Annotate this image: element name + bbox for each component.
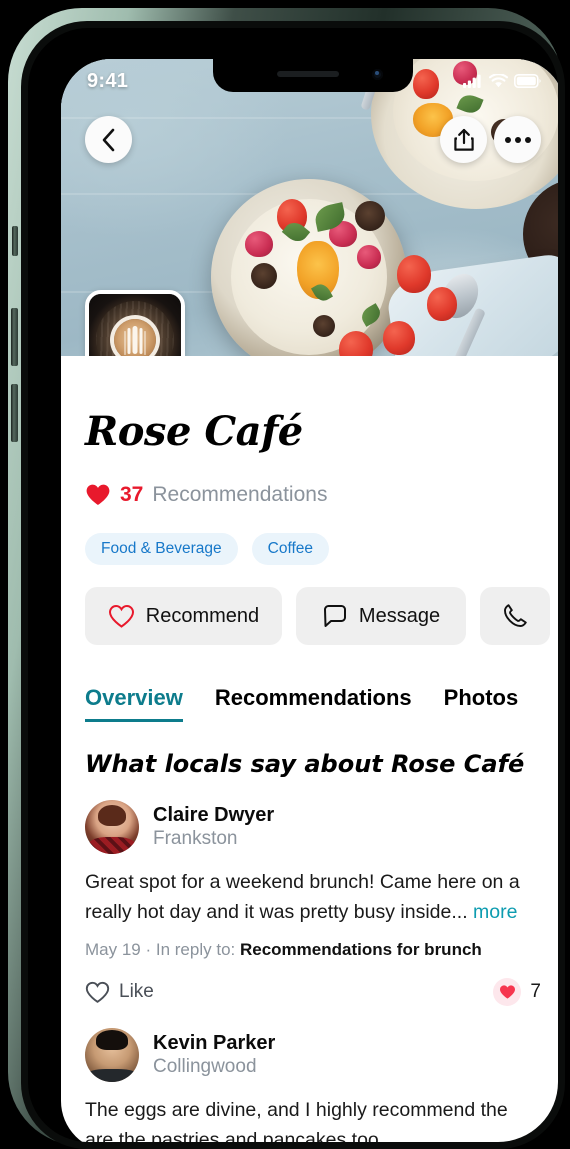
reviewer-header[interactable]: Kevin Parker Collingwood: [85, 1028, 541, 1083]
call-button[interactable]: [480, 587, 550, 645]
phone-notch: [213, 59, 413, 92]
chevron-left-icon: [102, 128, 115, 151]
status-icons: [463, 74, 541, 88]
recommend-button[interactable]: Recommend: [85, 587, 282, 645]
review-text: Great spot for a weekend brunch! Came he…: [85, 868, 541, 927]
like-count: 7: [530, 981, 541, 1003]
review-item: Claire Dwyer Frankston Great spot for a …: [61, 800, 558, 1007]
category-tags: Food & Beverage Coffee: [85, 533, 541, 565]
message-label: Message: [358, 604, 441, 627]
recommend-label: Recommend: [145, 604, 260, 627]
phone-screen: 9:41 Rose Café 37 Recommendations Food &…: [61, 59, 558, 1142]
tab-overview[interactable]: Overview: [85, 685, 183, 722]
recommendations-count: 37: [120, 483, 144, 506]
more-options-button[interactable]: [494, 116, 541, 163]
latte-art-icon: [114, 319, 156, 356]
phone-bezel: 9:41 Rose Café 37 Recommendations Food &…: [28, 28, 558, 1142]
chat-bubble-icon: [323, 604, 346, 627]
tag-coffee[interactable]: Coffee: [251, 533, 330, 565]
tab-photos[interactable]: Photos: [444, 685, 519, 722]
volume-up-button[interactable]: [11, 308, 18, 366]
review-body: Great spot for a weekend brunch! Came he…: [85, 871, 520, 923]
tabs-scroll-fade: [521, 685, 558, 722]
avatar[interactable]: [85, 800, 139, 854]
action-buttons: Recommend Message: [85, 587, 550, 645]
reply-target[interactable]: Recommendations for brunch: [240, 940, 482, 959]
review-meta: May 19 · In reply to: Recommendations fo…: [85, 940, 541, 960]
like-label: Like: [119, 981, 154, 1003]
cellular-signal-icon: [463, 74, 481, 88]
review-text: The eggs are divine, and I highly recomm…: [85, 1099, 508, 1142]
review-footer: Like 7: [85, 978, 541, 1007]
like-count-group[interactable]: 7: [493, 978, 541, 1007]
avatar[interactable]: [85, 1028, 139, 1083]
review-date: May 19: [85, 940, 141, 960]
reviewer-header[interactable]: Claire Dwyer Frankston: [85, 800, 541, 854]
heart-outline-icon: [108, 604, 134, 628]
venue-cover-photo: [61, 59, 558, 356]
venue-details: Rose Café 37 Recommendations Food & Beve…: [61, 408, 558, 645]
reviewer-location: Collingwood: [153, 1056, 257, 1078]
page-title: Rose Café: [85, 408, 303, 455]
status-time: 9:41: [87, 69, 129, 92]
more-horizontal-icon: [504, 136, 531, 143]
share-icon: [453, 128, 474, 151]
front-camera-icon: [372, 69, 383, 80]
wifi-icon: [489, 74, 508, 88]
battery-icon: [514, 74, 541, 88]
reviewer-name: Claire Dwyer: [153, 804, 275, 826]
message-button[interactable]: Message: [296, 587, 466, 645]
heart-filled-icon: [86, 484, 110, 505]
earpiece-speaker-icon: [277, 71, 340, 77]
volume-down-button[interactable]: [11, 384, 18, 442]
heart-badge: [493, 978, 522, 1007]
recommendations-label: Recommendations: [152, 483, 328, 506]
phone-icon: [504, 604, 527, 627]
share-button[interactable]: [440, 116, 487, 163]
review-item: Kevin Parker Collingwood The eggs are di…: [61, 1028, 558, 1142]
like-button[interactable]: Like: [85, 981, 154, 1004]
back-button[interactable]: [85, 116, 132, 163]
venue-logo-thumbnail[interactable]: [85, 290, 185, 356]
reviewer-name: Kevin Parker: [153, 1032, 276, 1055]
recommendations-summary: 37 Recommendations: [85, 483, 541, 507]
reviewer-location: Frankston: [153, 828, 238, 849]
tag-food-and-beverage[interactable]: Food & Beverage: [85, 533, 238, 565]
reply-prefix: · In reply to:: [145, 940, 236, 960]
heart-outline-icon: [85, 981, 110, 1003]
read-more-link[interactable]: more: [473, 901, 517, 923]
phone-hardware-frame: 9:41 Rose Café 37 Recommendations Food &…: [8, 8, 565, 1149]
silent-switch[interactable]: [12, 226, 18, 256]
tab-recommendations[interactable]: Recommendations: [215, 685, 412, 722]
content-tabs: Overview Recommendations Photos: [61, 685, 558, 722]
heart-filled-icon: [499, 985, 515, 999]
section-heading: What locals say about Rose Café: [85, 750, 525, 778]
